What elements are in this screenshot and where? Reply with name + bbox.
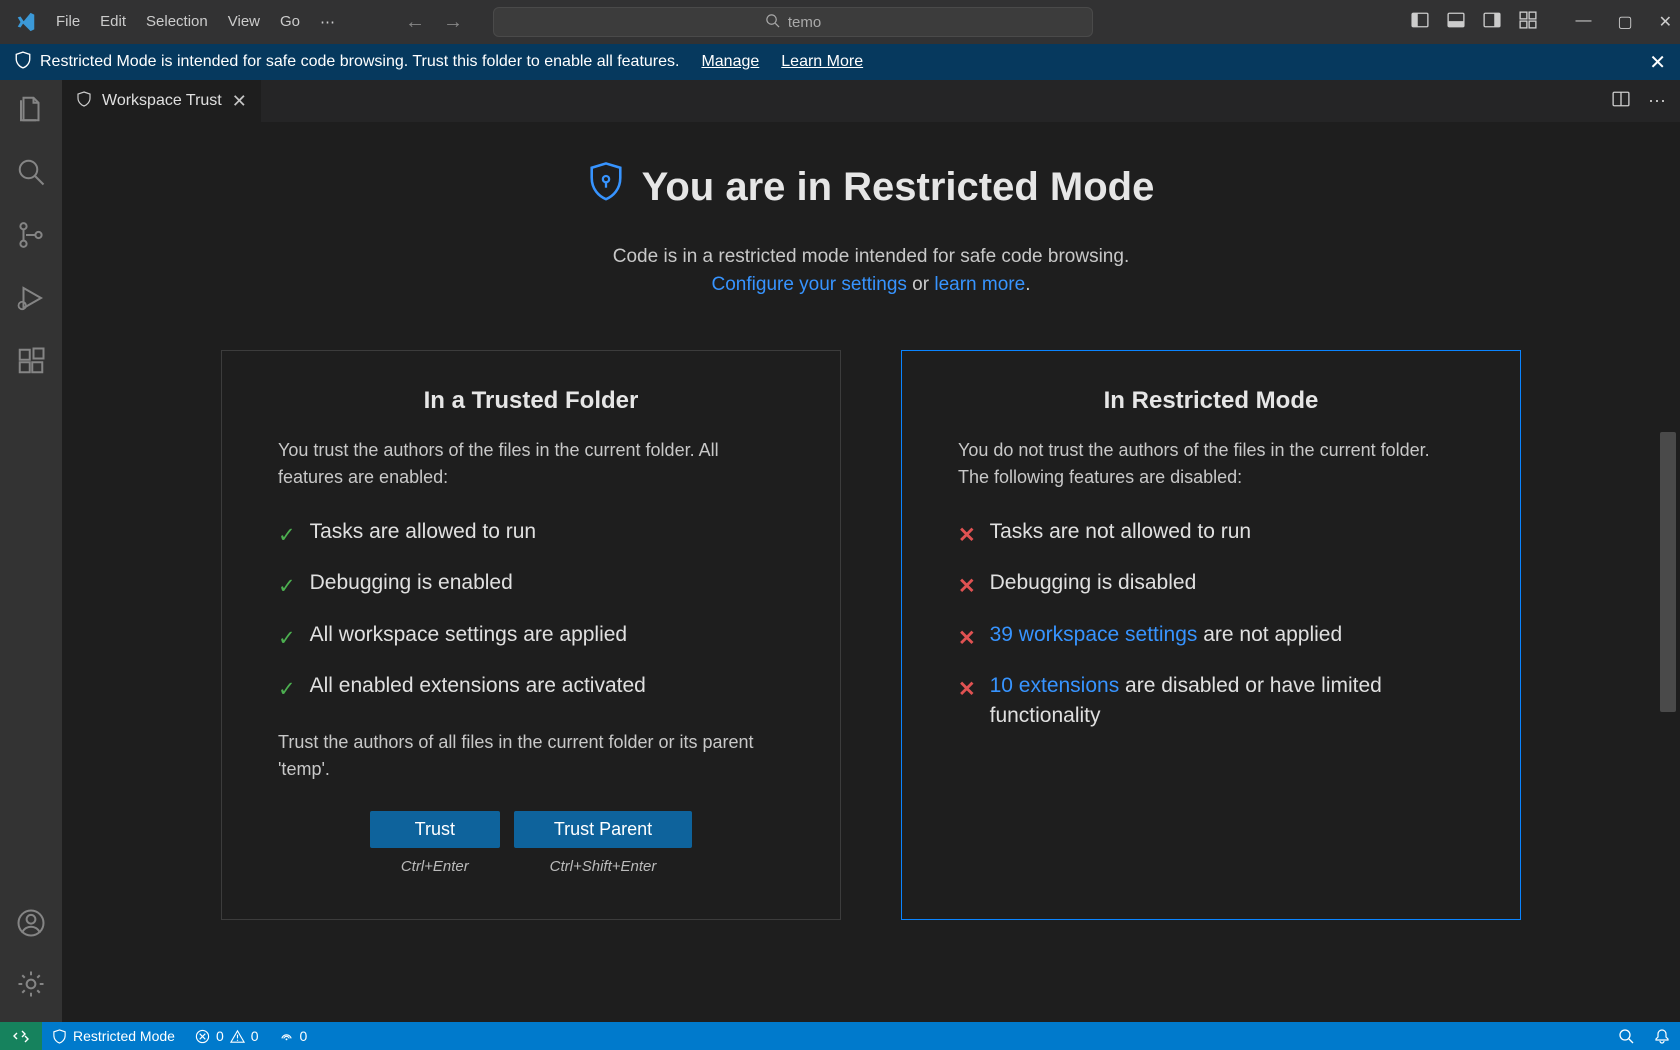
shield-lock-icon (588, 162, 624, 212)
banner-learn-more-link[interactable]: Learn More (781, 53, 863, 71)
status-feedback-icon[interactable] (1608, 1028, 1644, 1044)
extensions-link[interactable]: 10 extensions (990, 674, 1120, 697)
vscode-logo-icon (14, 10, 38, 34)
menu-go[interactable]: Go (270, 7, 310, 37)
split-editor-icon[interactable] (1612, 90, 1630, 113)
command-center-text: temo (788, 14, 821, 31)
minimize-icon[interactable]: — (1575, 12, 1591, 32)
nav-forward-icon[interactable]: → (443, 11, 463, 34)
tab-title: Workspace Trust (102, 92, 222, 110)
shield-icon (76, 91, 92, 112)
trust-parent-shortcut: Ctrl+Shift+Enter (514, 858, 692, 875)
x-icon: ✕ (958, 521, 976, 550)
status-ports[interactable]: 0 (269, 1022, 318, 1050)
restricted-mode-banner: Restricted Mode is intended for safe cod… (0, 44, 1680, 80)
restricted-card-title: In Restricted Mode (958, 387, 1464, 415)
nav-back-icon[interactable]: ← (405, 11, 425, 34)
trusted-card-title: In a Trusted Folder (278, 387, 784, 415)
list-item: ✓Tasks are allowed to run (278, 517, 784, 550)
trusted-card-footer: Trust the authors of all files in the cu… (278, 729, 784, 783)
scrollbar-thumb[interactable] (1660, 432, 1676, 712)
tab-bar: Workspace Trust ✕ ⋯ (62, 80, 1680, 122)
x-icon: ✕ (958, 624, 976, 653)
settings-gear-icon[interactable] (16, 969, 46, 1004)
banner-manage-link[interactable]: Manage (701, 53, 759, 71)
trusted-folder-card: In a Trusted Folder You trust the author… (221, 350, 841, 920)
menu-view[interactable]: View (218, 7, 270, 37)
hero-links: Configure your settings or learn more. (132, 274, 1610, 296)
list-item: ✕39 workspace settings are not applied (958, 620, 1464, 653)
page-title: You are in Restricted Mode (588, 162, 1155, 212)
list-item: ✓Debugging is enabled (278, 568, 784, 601)
list-item: ✕Debugging is disabled (958, 568, 1464, 601)
workspace-settings-link[interactable]: 39 workspace settings (990, 623, 1198, 646)
source-control-icon[interactable] (16, 220, 46, 255)
remote-indicator[interactable] (0, 1022, 42, 1050)
explorer-icon[interactable] (16, 94, 46, 129)
search-icon (765, 13, 780, 32)
check-icon: ✓ (278, 675, 296, 704)
list-item: ✕10 extensions are disabled or have limi… (958, 671, 1464, 730)
editor-area: Workspace Trust ✕ ⋯ You are in Restricte… (62, 80, 1680, 1022)
hero-subtitle: Code is in a restricted mode intended fo… (132, 246, 1610, 268)
tab-workspace-trust[interactable]: Workspace Trust ✕ (62, 80, 262, 122)
menu-file[interactable]: File (46, 7, 90, 37)
check-icon: ✓ (278, 624, 296, 653)
toggle-panel-icon[interactable] (1447, 11, 1465, 34)
restricted-card-desc: You do not trust the authors of the file… (958, 437, 1464, 491)
run-debug-icon[interactable] (16, 283, 46, 318)
tab-close-icon[interactable]: ✕ (232, 91, 247, 112)
x-icon: ✕ (958, 675, 976, 704)
menu-more[interactable]: ⋯ (310, 7, 345, 37)
check-icon: ✓ (278, 521, 296, 550)
window-controls: — ▢ ✕ (1575, 12, 1672, 32)
tab-more-icon[interactable]: ⋯ (1648, 91, 1666, 112)
toggle-primary-sidebar-icon[interactable] (1411, 11, 1429, 34)
menu-selection[interactable]: Selection (136, 7, 218, 37)
trust-parent-button[interactable]: Trust Parent (514, 811, 692, 848)
command-center[interactable]: temo (493, 7, 1093, 37)
accounts-icon[interactable] (16, 908, 46, 943)
learn-more-link[interactable]: learn more (934, 274, 1025, 295)
menu-edit[interactable]: Edit (90, 7, 136, 37)
search-activity-icon[interactable] (16, 157, 46, 192)
toggle-secondary-sidebar-icon[interactable] (1483, 11, 1501, 34)
title-bar: File Edit Selection View Go ⋯ ← → temo —… (0, 0, 1680, 44)
trust-shortcut: Ctrl+Enter (370, 858, 500, 875)
list-item: ✓All workspace settings are applied (278, 620, 784, 653)
trusted-card-desc: You trust the authors of the files in th… (278, 437, 784, 491)
status-problems[interactable]: 0 0 (185, 1022, 269, 1050)
maximize-icon[interactable]: ▢ (1617, 12, 1632, 32)
customize-layout-icon[interactable] (1519, 11, 1537, 34)
activity-bar (0, 80, 62, 1022)
workspace-trust-editor: You are in Restricted Mode Code is in a … (62, 122, 1680, 1022)
list-item: ✕Tasks are not allowed to run (958, 517, 1464, 550)
configure-settings-link[interactable]: Configure your settings (712, 274, 907, 295)
nav-arrows: ← → (405, 11, 463, 34)
banner-message: Restricted Mode is intended for safe cod… (40, 53, 679, 71)
extensions-icon[interactable] (16, 346, 46, 381)
trust-button[interactable]: Trust (370, 811, 500, 848)
restricted-mode-card: In Restricted Mode You do not trust the … (901, 350, 1521, 920)
x-icon: ✕ (958, 572, 976, 601)
list-item: ✓All enabled extensions are activated (278, 671, 784, 704)
status-notifications-icon[interactable] (1644, 1028, 1680, 1044)
check-icon: ✓ (278, 572, 296, 601)
menu-bar: File Edit Selection View Go ⋯ (46, 7, 345, 37)
banner-close-icon[interactable]: ✕ (1649, 50, 1666, 75)
close-window-icon[interactable]: ✕ (1659, 12, 1672, 32)
shield-icon (14, 51, 32, 74)
status-restricted-mode[interactable]: Restricted Mode (42, 1022, 185, 1050)
status-bar: Restricted Mode 0 0 0 (0, 1022, 1680, 1050)
